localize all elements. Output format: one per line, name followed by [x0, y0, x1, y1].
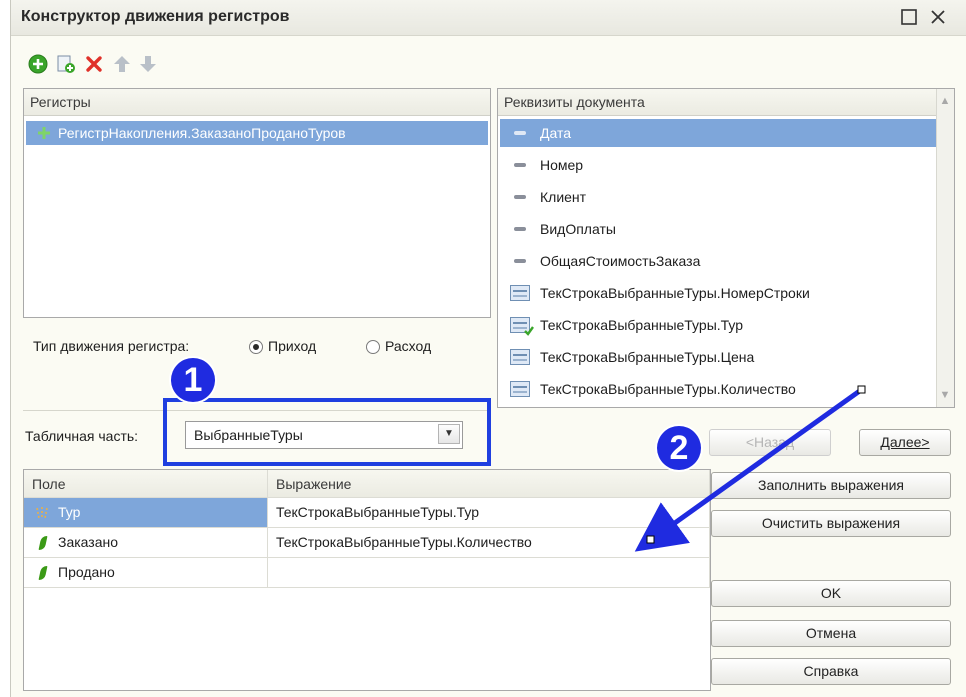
fields-grid: Поле Выражение Тур ТекСтрокаВыбранныеТур… [23, 469, 711, 691]
attribute-icon [514, 259, 526, 263]
requisite-item[interactable]: Номер [500, 151, 936, 179]
accumulation-register-icon [38, 127, 50, 139]
check-icon [524, 326, 534, 336]
move-down-icon[interactable] [137, 53, 159, 75]
grid-row-expression[interactable] [268, 558, 710, 588]
highlight-box [163, 398, 491, 466]
requisite-label: Клиент [540, 189, 587, 205]
requisite-item[interactable]: ТекСтрокаВыбранныеТуры.Тур [500, 311, 936, 339]
requisite-item[interactable]: ВидОплаты [500, 215, 936, 243]
requisites-header: Реквизиты документа [498, 89, 937, 116]
scroll-up-icon[interactable]: ▲ [939, 95, 951, 107]
expression-value: ТекСтрокаВыбранныеТуры.Количество [276, 534, 532, 550]
requisite-label: Дата [540, 125, 572, 141]
copy-icon[interactable] [55, 53, 77, 75]
requisite-label: ТекСтрокаВыбранныеТуры.Количество [540, 381, 796, 397]
register-item[interactable]: РегистрНакопления.ЗаказаноПроданоТуров [26, 121, 488, 145]
register-item-label: РегистрНакопления.ЗаказаноПроданоТуров [58, 125, 346, 141]
field-name: Тур [58, 504, 81, 520]
fill-expressions-button[interactable]: Заполнить выражения [711, 472, 951, 499]
clear-expressions-button[interactable]: Очистить выражения [711, 510, 951, 537]
expression-value: ТекСтрокаВыбранныеТуры.Тур [276, 504, 480, 520]
close-icon[interactable] [926, 5, 950, 29]
maximize-icon[interactable] [897, 5, 921, 29]
tabular-part-label: Табличная часть: [25, 428, 139, 444]
annotation-badge-1: 1 [171, 358, 215, 402]
grid-row-field[interactable]: Тур [24, 498, 268, 528]
attribute-icon [514, 227, 526, 231]
grid-row-expression[interactable]: ТекСтрокаВыбранныеТуры.Количество [268, 528, 710, 558]
requisite-label: Номер [540, 157, 584, 173]
dialog-window: Конструктор движения регистров Регистры [10, 0, 966, 697]
requisites-scrollbar[interactable]: ▲ ▼ [936, 89, 954, 407]
field-name: Заказано [58, 534, 119, 550]
requisite-item[interactable]: Клиент [500, 183, 936, 211]
annotation-badge-2: 2 [657, 426, 701, 470]
requisites-panel: Реквизиты документа Дата Номер Клиент Ви… [497, 88, 955, 408]
requisite-label: ТекСтрокаВыбранныеТуры.НомерСтроки [540, 285, 810, 301]
scroll-down-icon[interactable]: ▼ [939, 389, 951, 401]
help-button[interactable]: Справка [711, 658, 951, 685]
column-header-field[interactable]: Поле [24, 470, 268, 498]
move-up-icon[interactable] [111, 53, 133, 75]
requisite-label: ВидОплаты [540, 221, 616, 237]
table-attribute-icon [510, 285, 530, 301]
movement-type-label: Тип движения регистра: [33, 338, 190, 354]
attribute-icon [514, 163, 526, 167]
registers-header: Регистры [24, 89, 490, 116]
expense-radio[interactable] [366, 340, 380, 354]
requisite-item[interactable]: ОбщаяСтоимостьЗаказа [500, 247, 936, 275]
income-radio[interactable] [249, 340, 263, 354]
grid-row-expression[interactable]: ТекСтрокаВыбранныеТуры.Тур [268, 498, 710, 528]
attribute-icon [514, 195, 526, 199]
requisite-item[interactable]: ТекСтрокаВыбранныеТуры.Цена [500, 343, 936, 371]
table-attribute-icon [510, 349, 530, 365]
grid-row-field[interactable]: Продано [24, 558, 268, 588]
table-attribute-icon [510, 381, 530, 397]
requisite-label: ОбщаяСтоимостьЗаказа [540, 253, 701, 269]
next-button[interactable]: Далее> [859, 429, 951, 456]
income-radio-label[interactable]: Приход [268, 338, 316, 354]
requisite-item[interactable]: ТекСтрокаВыбранныеТуры.НомерСтроки [500, 279, 936, 307]
field-name: Продано [58, 564, 115, 580]
registers-panel: Регистры РегистрНакопления.ЗаказаноПрода… [23, 88, 491, 318]
requisite-item[interactable]: ТекСтрокаВыбранныеТуры.Количество [500, 375, 936, 403]
ok-button[interactable]: OK [711, 580, 951, 607]
window-title: Конструктор движения регистров [21, 8, 290, 25]
grid-row-field[interactable]: Заказано [24, 528, 268, 558]
requisite-item[interactable]: Дата [500, 119, 936, 147]
attribute-icon [514, 131, 526, 135]
requisite-label: ТекСтрокаВыбранныеТуры.Тур [540, 317, 744, 333]
add-icon[interactable] [27, 53, 49, 75]
column-header-expression[interactable]: Выражение [268, 470, 710, 498]
title-bar: Конструктор движения регистров [11, 0, 966, 36]
cancel-button[interactable]: Отмена [711, 620, 951, 647]
delete-icon[interactable] [83, 53, 105, 75]
back-button[interactable]: <Назад [709, 429, 831, 456]
requisite-label: ТекСтрокаВыбранныеТуры.Цена [540, 349, 755, 365]
resource-icon [38, 536, 48, 550]
expense-radio-label[interactable]: Расход [385, 338, 431, 354]
dimension-icon [36, 507, 48, 519]
resource-icon [38, 566, 48, 580]
